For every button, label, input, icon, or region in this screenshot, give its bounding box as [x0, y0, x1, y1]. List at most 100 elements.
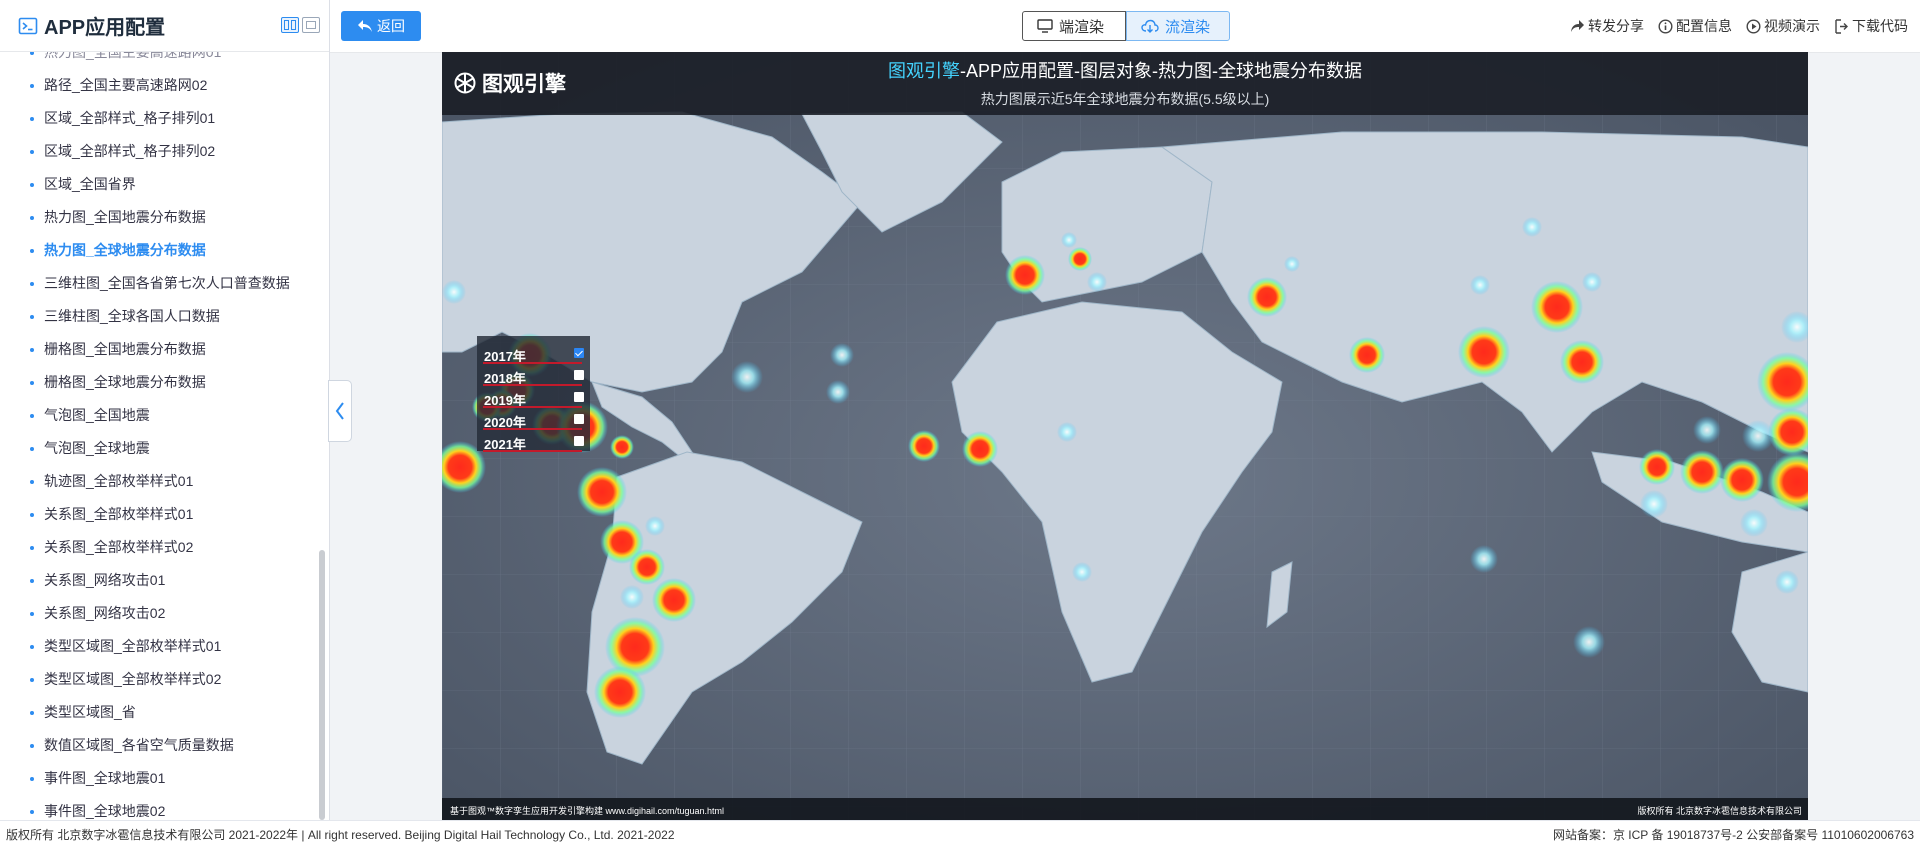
cloud-icon	[1141, 19, 1159, 33]
sidebar-item-label: 区域_全部样式_格子排列01	[44, 110, 216, 126]
sidebar-item-label: 栅格图_全球地震分布数据	[44, 374, 206, 390]
sidebar-item[interactable]: 气泡图_全国地震	[0, 399, 318, 432]
list-view-icon[interactable]	[302, 17, 320, 33]
sidebar-item[interactable]: 关系图_网络攻击02	[0, 597, 318, 630]
sidebar-item[interactable]: 事件图_全球地震02	[0, 795, 318, 820]
viewer-title: 图观引擎-APP应用配置-图层对象-热力图-全球地震分布数据	[442, 57, 1808, 83]
view-switch	[281, 17, 320, 33]
legend-checkbox[interactable]	[574, 392, 584, 402]
sidebar-item[interactable]: 关系图_全部枚举样式01	[0, 498, 318, 531]
sidebar-menu: 热力图_全国主要高速路网01 路径_全国主要高速路网02 区域_全部样式_格子排列…	[0, 36, 318, 820]
stream-render-label: 流渲染	[1165, 18, 1211, 36]
sidebar-item[interactable]: 数值区域图_各省空气质量数据	[0, 729, 318, 762]
sidebar-item[interactable]: 轨迹图_全部枚举样式01	[0, 465, 318, 498]
footer-icp: 网站备案：京 ICP 备 19018737号-2 公安部备案号 11010602…	[1552, 828, 1914, 842]
viewer-subtitle: 热力图展示近5年全球地震分布数据(5.5级以上)	[980, 91, 1270, 107]
play-icon	[1746, 18, 1761, 34]
scene-viewer[interactable]: 图观引擎 图观引擎-APP应用配置-图层对象-热力图-全球地震分布数据 热力图展…	[442, 52, 1808, 820]
sidebar-item[interactable]: 类型区域图_省	[0, 696, 318, 729]
viewer-title-rest: -APP应用配置-图层对象-热力图-全球地震分布数据	[960, 61, 1362, 81]
share-label: 转发分享	[1588, 18, 1644, 34]
sidebar-item[interactable]: 类型区域图_全部枚举样式01	[0, 630, 318, 663]
info-icon	[1658, 18, 1673, 34]
sidebar-item-label: 热力图_全球地震分布数据	[44, 242, 206, 258]
client-render-label: 端渲染	[1059, 18, 1105, 36]
sidebar-item-label: 类型区域图_全部枚举样式02	[44, 671, 222, 687]
engine-credit: 基于图观™数字孪生应用开发引擎构建 www.digihail.com/tugua…	[450, 806, 725, 816]
viewer-header: 图观引擎 图观引擎-APP应用配置-图层对象-热力图-全球地震分布数据 热力图展…	[442, 52, 1808, 115]
sidebar-header: APP应用配置	[0, 0, 329, 52]
sidebar-item-label: 关系图_网络攻击02	[44, 605, 166, 621]
viewer-title-highlight: 图观引擎	[888, 61, 960, 81]
world-map[interactable]	[442, 52, 1808, 820]
sidebar-item-label: 气泡图_全国地震	[44, 407, 150, 423]
sidebar-item[interactable]: 气泡图_全球地震	[0, 432, 318, 465]
sidebar-item-label: 事件图_全球地震02	[44, 803, 166, 819]
grid-view-icon[interactable]	[281, 17, 299, 33]
download-code-label: 下载代码	[1852, 18, 1908, 34]
back-button[interactable]: 返回	[341, 11, 421, 41]
sidebar-item[interactable]: 三维柱图_全国各省第七次人口普查数据	[0, 267, 318, 300]
sidebar-item-label: 关系图_全部枚举样式01	[44, 506, 194, 522]
legend-checkbox[interactable]	[574, 436, 584, 446]
sidebar-item[interactable]: 区域_全国省界	[0, 168, 318, 201]
sidebar-item-label: 三维柱图_全球各国人口数据	[44, 308, 220, 324]
share-icon	[1571, 20, 1584, 32]
stream-render-button[interactable]: 流渲染	[1126, 11, 1230, 41]
back-arrow-icon	[358, 20, 372, 32]
download-icon	[1835, 18, 1848, 34]
sidebar-item-label: 路径_全国主要高速路网02	[44, 77, 208, 93]
sidebar-item-label: 事件图_全球地震01	[44, 770, 166, 786]
top-toolbar: 返回 端渲染 流渲染 转发分享 配置信息 视频演示 下载代码	[330, 0, 1920, 53]
render-mode-switch: 端渲染 流渲染	[1022, 11, 1230, 41]
config-info-label: 配置信息	[1676, 18, 1732, 34]
sidebar-item-label: 类型区域图_全部枚举样式01	[44, 638, 222, 654]
legend-row[interactable]: 2017年	[477, 342, 590, 364]
legend-row[interactable]: 2018年	[477, 364, 590, 386]
chevron-left-icon	[335, 402, 344, 420]
sidebar-scrollbar[interactable]	[319, 550, 325, 820]
top-actions: 转发分享 配置信息 视频演示 下载代码	[1570, 0, 1908, 52]
monitor-icon	[1037, 19, 1053, 33]
legend-checkbox[interactable]	[574, 414, 584, 424]
legend-checkbox[interactable]	[574, 370, 584, 380]
sidebar-item[interactable]: 类型区域图_全部枚举样式02	[0, 663, 318, 696]
sidebar-item-label: 区域_全部样式_格子排列02	[44, 143, 216, 159]
year-legend: 2017年 2018年 2019年 2020年 2021年	[477, 336, 590, 452]
terminal-icon	[18, 17, 38, 34]
sidebar: 热力图_全国主要高速路网01 路径_全国主要高速路网02 区域_全部样式_格子排列…	[0, 0, 330, 820]
legend-checkbox[interactable]	[574, 348, 584, 358]
legend-color-bar	[483, 450, 582, 452]
collapse-sidebar-button[interactable]	[328, 380, 352, 442]
sidebar-item[interactable]: 路径_全国主要高速路网02	[0, 69, 318, 102]
sidebar-item[interactable]: 栅格图_全球地震分布数据	[0, 366, 318, 399]
sidebar-item-label: 三维柱图_全国各省第七次人口普查数据	[44, 275, 290, 291]
legend-row[interactable]: 2019年	[477, 386, 590, 408]
sidebar-item-label: 区域_全国省界	[44, 176, 136, 192]
sidebar-item[interactable]: 关系图_网络攻击01	[0, 564, 318, 597]
sidebar-item[interactable]: 栅格图_全国地震分布数据	[0, 333, 318, 366]
sidebar-item-label: 数值区域图_各省空气质量数据	[44, 737, 234, 753]
viewer-copyright: 版权所有 北京数字冰雹信息技术有限公司	[1637, 806, 1802, 816]
sidebar-item-label: 关系图_全部枚举样式02	[44, 539, 194, 555]
sidebar-item-label: 栅格图_全国地震分布数据	[44, 341, 206, 357]
back-button-label: 返回	[377, 18, 405, 34]
share-button[interactable]: 转发分享	[1570, 16, 1644, 36]
sidebar-item-label: 轨迹图_全部枚举样式01	[44, 473, 194, 489]
sidebar-item[interactable]: 事件图_全球地震01	[0, 762, 318, 795]
footer-copyright: 版权所有 北京数字冰雹信息技术有限公司 2021-2022年 | All rig…	[6, 828, 675, 842]
video-demo-button[interactable]: 视频演示	[1746, 16, 1820, 36]
sidebar-item[interactable]: 关系图_全部枚举样式02	[0, 531, 318, 564]
sidebar-item[interactable]: 区域_全部样式_格子排列01	[0, 102, 318, 135]
sidebar-item[interactable]: 热力图_全国地震分布数据	[0, 201, 318, 234]
legend-row[interactable]: 2020年	[477, 408, 590, 430]
sidebar-item[interactable]: 热力图_全球地震分布数据	[0, 234, 318, 267]
sidebar-item[interactable]: 区域_全部样式_格子排列02	[0, 135, 318, 168]
config-info-button[interactable]: 配置信息	[1658, 16, 1732, 36]
client-render-button[interactable]: 端渲染	[1022, 11, 1126, 41]
sidebar-title: APP应用配置	[44, 17, 166, 39]
download-code-button[interactable]: 下载代码	[1834, 16, 1908, 36]
legend-row[interactable]: 2021年	[477, 430, 590, 452]
page-footer: 版权所有 北京数字冰雹信息技术有限公司 2021-2022年 | All rig…	[0, 820, 1920, 845]
sidebar-item[interactable]: 三维柱图_全球各国人口数据	[0, 300, 318, 333]
